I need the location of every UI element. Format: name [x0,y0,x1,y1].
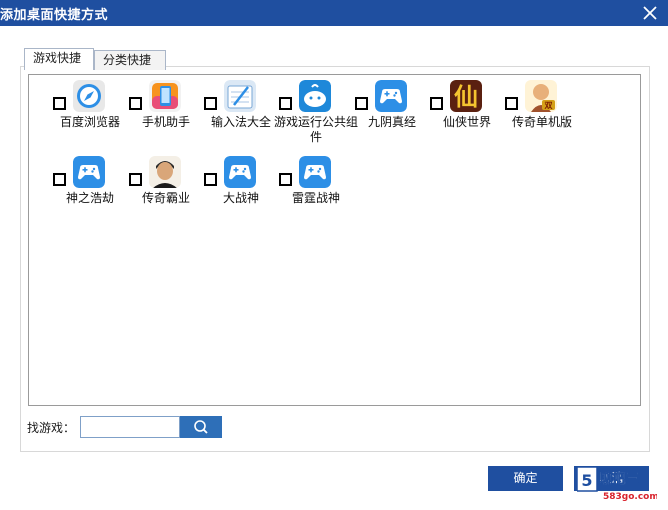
checkbox[interactable] [355,97,368,110]
watermark-brand: 聊吧三 [600,471,639,487]
game-item-leiting-zhanshen[interactable]: 雷霆战神 [279,151,359,221]
game-item-legend-standalone[interactable]: 双 传奇单机版 [505,75,585,145]
game-label: 神之浩劫 [65,191,114,205]
checkbox[interactable] [279,97,292,110]
search-input[interactable] [80,416,180,438]
checkbox[interactable] [53,173,66,186]
watermark-site: 583go.com [603,492,657,502]
game-label: 雷霆战神 [291,191,340,205]
game-label: 九阴真经 [367,115,416,129]
game-item-phone-assistant[interactable]: 手机助手 [129,75,209,145]
window-title: 添加桌面快捷方式 [0,8,109,23]
game-item-baidu-browser[interactable]: 百度浏览器 [53,75,133,145]
checkbox[interactable] [430,97,443,110]
game-label: 游戏运行公共组件 [273,115,358,144]
checkbox[interactable] [129,173,142,186]
game-item-smite[interactable]: 神之浩劫 [53,151,133,221]
warrior-badge-text: 双 [545,101,553,110]
xian-logo-text: 仙 [454,82,478,111]
checkbox[interactable] [279,173,292,186]
keyboard-icon [224,80,256,112]
tab-game-shortcuts[interactable]: 游戏快捷 [24,48,94,70]
warrior-avatar-icon: 双 [525,80,557,112]
search-label: 找游戏： [27,421,76,435]
gamepad-icon [224,156,256,188]
game-label: 百度浏览器 [59,115,120,129]
site-watermark: 5 聊吧三 583go.com [577,466,657,502]
game-item-jiuyin[interactable]: 九阴真经 [355,75,435,145]
game-item-da-zhanshen[interactable]: 大战神 [204,151,284,221]
game-item-input-method[interactable]: 输入法大全 [204,75,284,145]
checkbox[interactable] [129,97,142,110]
title-bar: 添加桌面快捷方式 [0,0,668,26]
search-button[interactable] [180,416,222,438]
gamepad-icon [73,156,105,188]
game-list: 百度浏览器 手机助手 输入法大全 游戏运行公共组件 九阴真经 仙 仙侠世界 双 … [28,74,641,406]
game-label: 传奇单机版 [511,115,572,129]
svg-text:5: 5 [581,471,592,490]
compass-icon [73,80,105,112]
whale-icon [299,80,331,112]
checkbox[interactable] [53,97,66,110]
game-label: 输入法大全 [210,115,271,129]
game-label: 手机助手 [141,115,190,129]
game-item-runtime-component[interactable]: 游戏运行公共组件 [274,75,359,145]
xian-logo-icon: 仙 [450,80,482,112]
game-item-legend-baye[interactable]: 传奇霸业 [129,151,209,221]
game-label: 大战神 [222,191,259,205]
game-label: 传奇霸业 [141,191,190,205]
phone-icon [149,80,181,112]
close-icon[interactable] [640,3,660,23]
confirm-button[interactable]: 确定 [488,466,563,491]
gamepad-icon [299,156,331,188]
checkbox[interactable] [204,173,217,186]
man-avatar-icon [149,156,181,188]
checkbox[interactable] [505,97,518,110]
game-item-xianxia[interactable]: 仙 仙侠世界 [430,75,510,145]
tab-category-shortcuts[interactable]: 分类快捷 [94,50,166,70]
game-label: 仙侠世界 [442,115,491,129]
checkbox[interactable] [204,97,217,110]
gamepad-icon [375,80,407,112]
search-icon [194,420,208,434]
